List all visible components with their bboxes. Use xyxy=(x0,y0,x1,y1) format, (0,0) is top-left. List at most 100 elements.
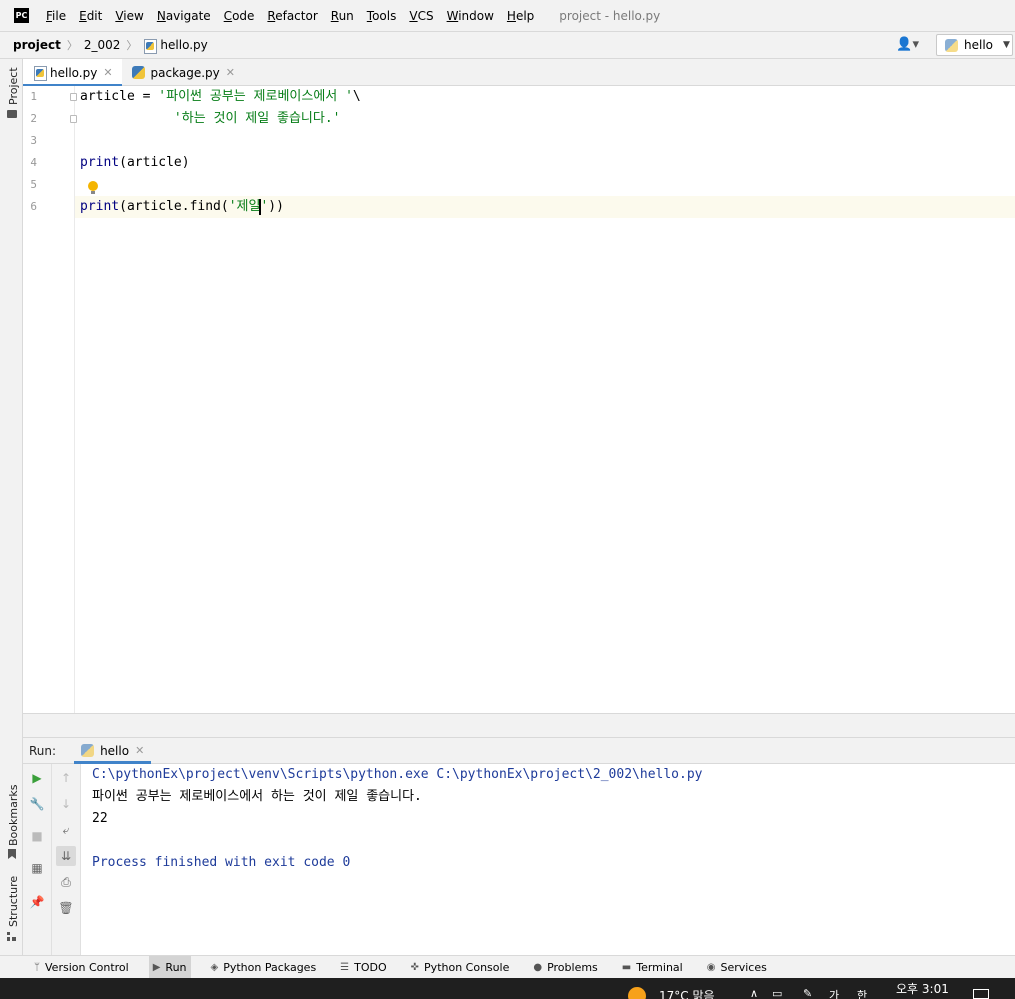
python-icon xyxy=(945,38,958,52)
python-file-icon xyxy=(33,66,47,81)
network-icon[interactable]: ▭ xyxy=(772,987,782,999)
tool-terminal[interactable]: ▬ Terminal xyxy=(618,956,687,979)
arrow-up-icon[interactable]: ↑ xyxy=(56,768,76,788)
editor-tab-bar: hello.py ✕ package.py ✕ xyxy=(23,59,1015,87)
user-icon[interactable]: 👤▾ xyxy=(896,37,919,52)
menu-vcs[interactable]: VCS xyxy=(409,9,433,23)
trash-icon[interactable]: 🗑 xyxy=(56,898,76,918)
project-tool-button[interactable]: Project xyxy=(7,67,20,105)
tool-python-console[interactable]: ✜ Python Console xyxy=(407,956,514,979)
breadcrumb-project[interactable]: project xyxy=(13,38,61,52)
tool-services[interactable]: ◉ Services xyxy=(703,956,771,979)
close-icon[interactable]: ✕ xyxy=(135,744,144,757)
console-output[interactable]: C:\pythonEx\project\venv\Scripts\python.… xyxy=(92,764,1015,955)
print-icon[interactable]: ⎙ xyxy=(56,872,76,892)
code-line-6: print(article.find('제일')) xyxy=(80,198,284,215)
pen-icon[interactable]: ✎ xyxy=(803,987,812,999)
run-tool-window: ▶ 🔧 ■ ▦ 📌 ↑ ↓ ⤶ ⇊ ⎙ 🗑 C:\pythonEx\projec… xyxy=(23,764,1015,955)
line-number: 5 xyxy=(30,178,37,191)
chevron-up-icon[interactable]: ∧ xyxy=(750,987,758,999)
editor-tab-package-py[interactable]: package.py ✕ xyxy=(122,59,244,86)
arrow-down-icon[interactable]: ↓ xyxy=(56,794,76,814)
branch-icon: ᛘ xyxy=(34,961,40,973)
scroll-to-end-icon[interactable]: ⇊ xyxy=(56,846,76,866)
soft-wrap-icon[interactable]: ⤶ xyxy=(56,820,76,840)
menu-window[interactable]: Window xyxy=(447,9,494,23)
breadcrumb-file[interactable]: hello.py xyxy=(143,38,208,54)
pin-icon[interactable]: 📌 xyxy=(27,892,47,912)
folder-icon xyxy=(7,110,17,118)
tool-todo[interactable]: ☰ TODO xyxy=(336,956,390,979)
editor-tab-label: package.py xyxy=(150,65,220,80)
terminal-icon: ▬ xyxy=(621,961,632,973)
pycharm-logo-icon: PC xyxy=(14,8,29,23)
menu-navigate[interactable]: Navigate xyxy=(157,9,211,23)
menu-run[interactable]: Run xyxy=(331,9,354,23)
fold-open-icon[interactable] xyxy=(70,93,77,101)
menu-code[interactable]: Code xyxy=(224,9,255,23)
breadcrumb-separator-icon: 〉 xyxy=(126,39,138,52)
python-icon: ✜ xyxy=(410,961,420,973)
rerun-icon[interactable]: ▶ xyxy=(27,768,47,788)
line-number: 2 xyxy=(30,112,37,125)
tool-version-control[interactable]: ᛘ Version Control xyxy=(30,956,133,979)
python-file-icon xyxy=(143,38,158,54)
breadcrumb-folder[interactable]: 2_002 xyxy=(84,38,121,52)
console-line: C:\pythonEx\project\venv\Scripts\python.… xyxy=(92,767,703,782)
panel-splitter[interactable] xyxy=(23,713,1015,737)
code-editor[interactable]: 1 2 3 4 5 6 article = '파이썬 공부는 제로베이스에서 '… xyxy=(23,86,1015,713)
console-line: 22 xyxy=(92,811,108,826)
editor-tab-label: hello.py xyxy=(50,65,98,80)
info-icon: ● xyxy=(533,961,543,973)
structure-tool-button[interactable]: Structure xyxy=(7,876,20,927)
ime-hangul[interactable]: 한 xyxy=(857,987,867,999)
close-icon[interactable]: ✕ xyxy=(226,66,235,79)
left-tool-stripe: Project Bookmarks Structure xyxy=(0,59,23,955)
console-line: Process finished with exit code 0 xyxy=(92,855,351,870)
line-number: 4 xyxy=(30,156,37,169)
run-configuration-dropdown[interactable]: hello ▼ xyxy=(936,34,1013,56)
run-tab-label: hello xyxy=(100,743,130,758)
run-label: Run: xyxy=(29,743,57,758)
wrench-icon[interactable]: 🔧 xyxy=(27,794,47,814)
console-line: 파이썬 공부는 제로베이스에서 하는 것이 제일 좋습니다. xyxy=(92,789,422,804)
tool-problems[interactable]: ● Problems xyxy=(529,956,601,979)
navigation-bar: project 〉 2_002 〉 hello.py 👤▾ hello ▼ xyxy=(0,31,1015,59)
notification-icon[interactable] xyxy=(973,989,989,999)
menu-help[interactable]: Help xyxy=(507,9,534,23)
line-number: 3 xyxy=(30,134,37,147)
breadcrumb-file-label: hello.py xyxy=(160,38,208,52)
menu-refactor[interactable]: Refactor xyxy=(267,9,317,23)
tool-python-packages[interactable]: ◈ Python Packages xyxy=(207,956,321,979)
run-tab-hello[interactable]: hello ✕ xyxy=(74,737,152,764)
menu-view[interactable]: View xyxy=(115,9,143,23)
list-icon: ☰ xyxy=(340,961,350,973)
editor-gutter[interactable]: 1 2 3 4 5 6 xyxy=(23,86,77,713)
stop-icon[interactable]: ■ xyxy=(27,826,47,846)
menu-edit[interactable]: Edit xyxy=(79,9,102,23)
line-number: 1 xyxy=(30,90,37,103)
bookmarks-tool-button[interactable]: Bookmarks xyxy=(7,785,20,846)
close-icon[interactable]: ✕ xyxy=(103,66,112,79)
menu-file[interactable]: File xyxy=(46,9,66,23)
weather-sun-icon[interactable] xyxy=(628,987,646,999)
editor-tab-hello-py[interactable]: hello.py ✕ xyxy=(23,59,122,87)
bottom-tool-bar: ᛘ Version Control ▶ Run ◈ Python Packages ☰… xyxy=(0,955,1015,979)
tool-run[interactable]: ▶ Run xyxy=(148,955,191,979)
run-toolbar-left: ▶ 🔧 ■ ▦ 📌 xyxy=(23,764,52,955)
layers-icon: ◈ xyxy=(210,961,219,973)
code-line-2: '하는 것이 제일 좋습니다.' xyxy=(173,111,341,126)
weather-text[interactable]: 17°C 맑음 xyxy=(659,987,715,999)
python-icon xyxy=(131,66,145,79)
layout-icon[interactable]: ▦ xyxy=(27,858,47,878)
fold-close-icon[interactable] xyxy=(70,115,77,123)
code-line-4: print(article) xyxy=(80,155,190,170)
chevron-down-icon: ▼ xyxy=(1003,40,1010,50)
clock[interactable]: 오후 3:01 xyxy=(896,980,949,997)
run-tool-window-header: Run: hello ✕ xyxy=(23,737,1015,764)
code-line-1: article = '파이썬 공부는 제로베이스에서 '\ xyxy=(80,89,361,104)
menu-tools[interactable]: Tools xyxy=(367,9,397,23)
ime-mode[interactable]: 가 xyxy=(829,987,839,999)
lightbulb-icon[interactable] xyxy=(88,181,98,195)
